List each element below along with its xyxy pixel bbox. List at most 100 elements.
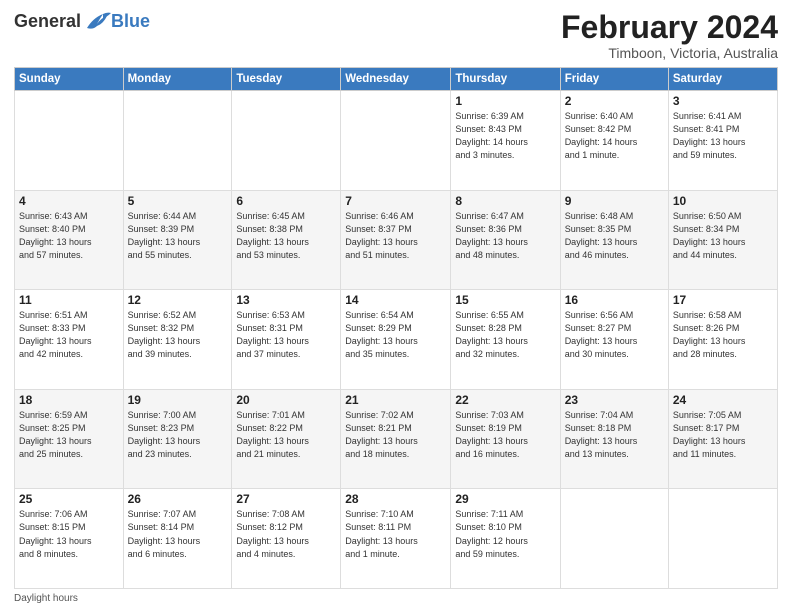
calendar-cell: 23 Sunrise: 7:04 AM Sunset: 8:18 PM Dayli… bbox=[560, 389, 668, 489]
day-info: Sunrise: 7:10 AM Sunset: 8:11 PM Dayligh… bbox=[345, 508, 446, 560]
day-number: 16 bbox=[565, 293, 664, 307]
day-info: Sunrise: 6:43 AM Sunset: 8:40 PM Dayligh… bbox=[19, 210, 119, 262]
calendar-cell: 12 Sunrise: 6:52 AM Sunset: 8:32 PM Dayli… bbox=[123, 290, 232, 390]
weekday-header-wednesday: Wednesday bbox=[341, 68, 451, 91]
day-info: Sunrise: 6:40 AM Sunset: 8:42 PM Dayligh… bbox=[565, 110, 664, 162]
logo-general-text: General bbox=[14, 11, 81, 32]
day-number: 23 bbox=[565, 393, 664, 407]
day-number: 21 bbox=[345, 393, 446, 407]
day-number: 26 bbox=[128, 492, 228, 506]
day-info: Sunrise: 6:45 AM Sunset: 8:38 PM Dayligh… bbox=[236, 210, 336, 262]
calendar-cell: 17 Sunrise: 6:58 AM Sunset: 8:26 PM Dayli… bbox=[668, 290, 777, 390]
calendar-cell bbox=[560, 489, 668, 589]
calendar-cell bbox=[123, 91, 232, 191]
weekday-header-thursday: Thursday bbox=[451, 68, 560, 91]
title-area: February 2024 Timboon, Victoria, Austral… bbox=[561, 10, 778, 61]
day-info: Sunrise: 6:53 AM Sunset: 8:31 PM Dayligh… bbox=[236, 309, 336, 361]
day-number: 27 bbox=[236, 492, 336, 506]
calendar-cell: 18 Sunrise: 6:59 AM Sunset: 8:25 PM Dayli… bbox=[15, 389, 124, 489]
day-info: Sunrise: 6:52 AM Sunset: 8:32 PM Dayligh… bbox=[128, 309, 228, 361]
weekday-header-friday: Friday bbox=[560, 68, 668, 91]
day-info: Sunrise: 6:44 AM Sunset: 8:39 PM Dayligh… bbox=[128, 210, 228, 262]
calendar-cell: 19 Sunrise: 7:00 AM Sunset: 8:23 PM Dayli… bbox=[123, 389, 232, 489]
day-number: 6 bbox=[236, 194, 336, 208]
calendar-cell: 13Sunrise: 6:53 AM Sunset: 8:31 PM Dayli… bbox=[232, 290, 341, 390]
day-info: Sunrise: 6:41 AM Sunset: 8:41 PM Dayligh… bbox=[673, 110, 773, 162]
day-info: Sunrise: 6:55 AM Sunset: 8:28 PM Dayligh… bbox=[455, 309, 555, 361]
logo: General Blue bbox=[14, 10, 150, 32]
calendar-cell: 22 Sunrise: 7:03 AM Sunset: 8:19 PM Dayli… bbox=[451, 389, 560, 489]
calendar-cell: 15 Sunrise: 6:55 AM Sunset: 8:28 PM Dayli… bbox=[451, 290, 560, 390]
day-number: 14 bbox=[345, 293, 446, 307]
header: General Blue February 2024 Timboon, Vict… bbox=[14, 10, 778, 61]
day-number: 17 bbox=[673, 293, 773, 307]
week-row-4: 18 Sunrise: 6:59 AM Sunset: 8:25 PM Dayli… bbox=[15, 389, 778, 489]
calendar-cell: 29Sunrise: 7:11 AM Sunset: 8:10 PM Dayli… bbox=[451, 489, 560, 589]
month-title: February 2024 bbox=[561, 10, 778, 45]
day-number: 10 bbox=[673, 194, 773, 208]
calendar-cell: 24 Sunrise: 7:05 AM Sunset: 8:17 PM Dayli… bbox=[668, 389, 777, 489]
calendar-cell bbox=[15, 91, 124, 191]
weekday-header-row: SundayMondayTuesdayWednesdayThursdayFrid… bbox=[15, 68, 778, 91]
calendar-cell: 5Sunrise: 6:44 AM Sunset: 8:39 PM Daylig… bbox=[123, 190, 232, 290]
weekday-header-tuesday: Tuesday bbox=[232, 68, 341, 91]
day-info: Sunrise: 7:03 AM Sunset: 8:19 PM Dayligh… bbox=[455, 409, 555, 461]
logo-blue-text: Blue bbox=[111, 11, 150, 32]
day-number: 22 bbox=[455, 393, 555, 407]
week-row-3: 11Sunrise: 6:51 AM Sunset: 8:33 PM Dayli… bbox=[15, 290, 778, 390]
calendar-cell bbox=[668, 489, 777, 589]
day-number: 4 bbox=[19, 194, 119, 208]
logo-area: General Blue bbox=[14, 10, 150, 32]
day-number: 11 bbox=[19, 293, 119, 307]
calendar-cell: 4 Sunrise: 6:43 AM Sunset: 8:40 PM Daylig… bbox=[15, 190, 124, 290]
calendar-cell: 14Sunrise: 6:54 AM Sunset: 8:29 PM Dayli… bbox=[341, 290, 451, 390]
calendar-cell: 25Sunrise: 7:06 AM Sunset: 8:15 PM Dayli… bbox=[15, 489, 124, 589]
day-info: Sunrise: 6:59 AM Sunset: 8:25 PM Dayligh… bbox=[19, 409, 119, 461]
weekday-header-monday: Monday bbox=[123, 68, 232, 91]
calendar-cell: 2 Sunrise: 6:40 AM Sunset: 8:42 PM Daylig… bbox=[560, 91, 668, 191]
weekday-header-sunday: Sunday bbox=[15, 68, 124, 91]
day-number: 12 bbox=[128, 293, 228, 307]
day-number: 1 bbox=[455, 94, 555, 108]
location-title: Timboon, Victoria, Australia bbox=[561, 45, 778, 61]
week-row-5: 25Sunrise: 7:06 AM Sunset: 8:15 PM Dayli… bbox=[15, 489, 778, 589]
calendar-cell: 8Sunrise: 6:47 AM Sunset: 8:36 PM Daylig… bbox=[451, 190, 560, 290]
day-number: 7 bbox=[345, 194, 446, 208]
day-info: Sunrise: 6:39 AM Sunset: 8:43 PM Dayligh… bbox=[455, 110, 555, 162]
calendar-cell bbox=[341, 91, 451, 191]
week-row-1: 1 Sunrise: 6:39 AM Sunset: 8:43 PM Daylig… bbox=[15, 91, 778, 191]
day-info: Sunrise: 7:08 AM Sunset: 8:12 PM Dayligh… bbox=[236, 508, 336, 560]
calendar-cell: 6 Sunrise: 6:45 AM Sunset: 8:38 PM Daylig… bbox=[232, 190, 341, 290]
day-info: Sunrise: 7:04 AM Sunset: 8:18 PM Dayligh… bbox=[565, 409, 664, 461]
calendar-cell: 3Sunrise: 6:41 AM Sunset: 8:41 PM Daylig… bbox=[668, 91, 777, 191]
day-number: 29 bbox=[455, 492, 555, 506]
calendar-cell: 28 Sunrise: 7:10 AM Sunset: 8:11 PM Dayli… bbox=[341, 489, 451, 589]
day-info: Sunrise: 6:58 AM Sunset: 8:26 PM Dayligh… bbox=[673, 309, 773, 361]
calendar-cell: 11Sunrise: 6:51 AM Sunset: 8:33 PM Dayli… bbox=[15, 290, 124, 390]
day-info: Sunrise: 7:01 AM Sunset: 8:22 PM Dayligh… bbox=[236, 409, 336, 461]
weekday-header-saturday: Saturday bbox=[668, 68, 777, 91]
calendar-cell: 1 Sunrise: 6:39 AM Sunset: 8:43 PM Daylig… bbox=[451, 91, 560, 191]
day-info: Sunrise: 6:56 AM Sunset: 8:27 PM Dayligh… bbox=[565, 309, 664, 361]
calendar-cell: 16 Sunrise: 6:56 AM Sunset: 8:27 PM Dayli… bbox=[560, 290, 668, 390]
calendar-cell: 27 Sunrise: 7:08 AM Sunset: 8:12 PM Dayli… bbox=[232, 489, 341, 589]
calendar-cell: 20Sunrise: 7:01 AM Sunset: 8:22 PM Dayli… bbox=[232, 389, 341, 489]
day-number: 18 bbox=[19, 393, 119, 407]
day-number: 28 bbox=[345, 492, 446, 506]
calendar-table: SundayMondayTuesdayWednesdayThursdayFrid… bbox=[14, 67, 778, 589]
day-number: 24 bbox=[673, 393, 773, 407]
calendar-cell: 26Sunrise: 7:07 AM Sunset: 8:14 PM Dayli… bbox=[123, 489, 232, 589]
week-row-2: 4 Sunrise: 6:43 AM Sunset: 8:40 PM Daylig… bbox=[15, 190, 778, 290]
day-number: 8 bbox=[455, 194, 555, 208]
day-number: 15 bbox=[455, 293, 555, 307]
day-number: 25 bbox=[19, 492, 119, 506]
day-number: 2 bbox=[565, 94, 664, 108]
calendar-cell: 9Sunrise: 6:48 AM Sunset: 8:35 PM Daylig… bbox=[560, 190, 668, 290]
day-info: Sunrise: 6:46 AM Sunset: 8:37 PM Dayligh… bbox=[345, 210, 446, 262]
day-number: 19 bbox=[128, 393, 228, 407]
calendar-cell: 21Sunrise: 7:02 AM Sunset: 8:21 PM Dayli… bbox=[341, 389, 451, 489]
day-info: Sunrise: 7:05 AM Sunset: 8:17 PM Dayligh… bbox=[673, 409, 773, 461]
day-info: Sunrise: 7:00 AM Sunset: 8:23 PM Dayligh… bbox=[128, 409, 228, 461]
calendar-cell: 7 Sunrise: 6:46 AM Sunset: 8:37 PM Daylig… bbox=[341, 190, 451, 290]
calendar-cell bbox=[232, 91, 341, 191]
